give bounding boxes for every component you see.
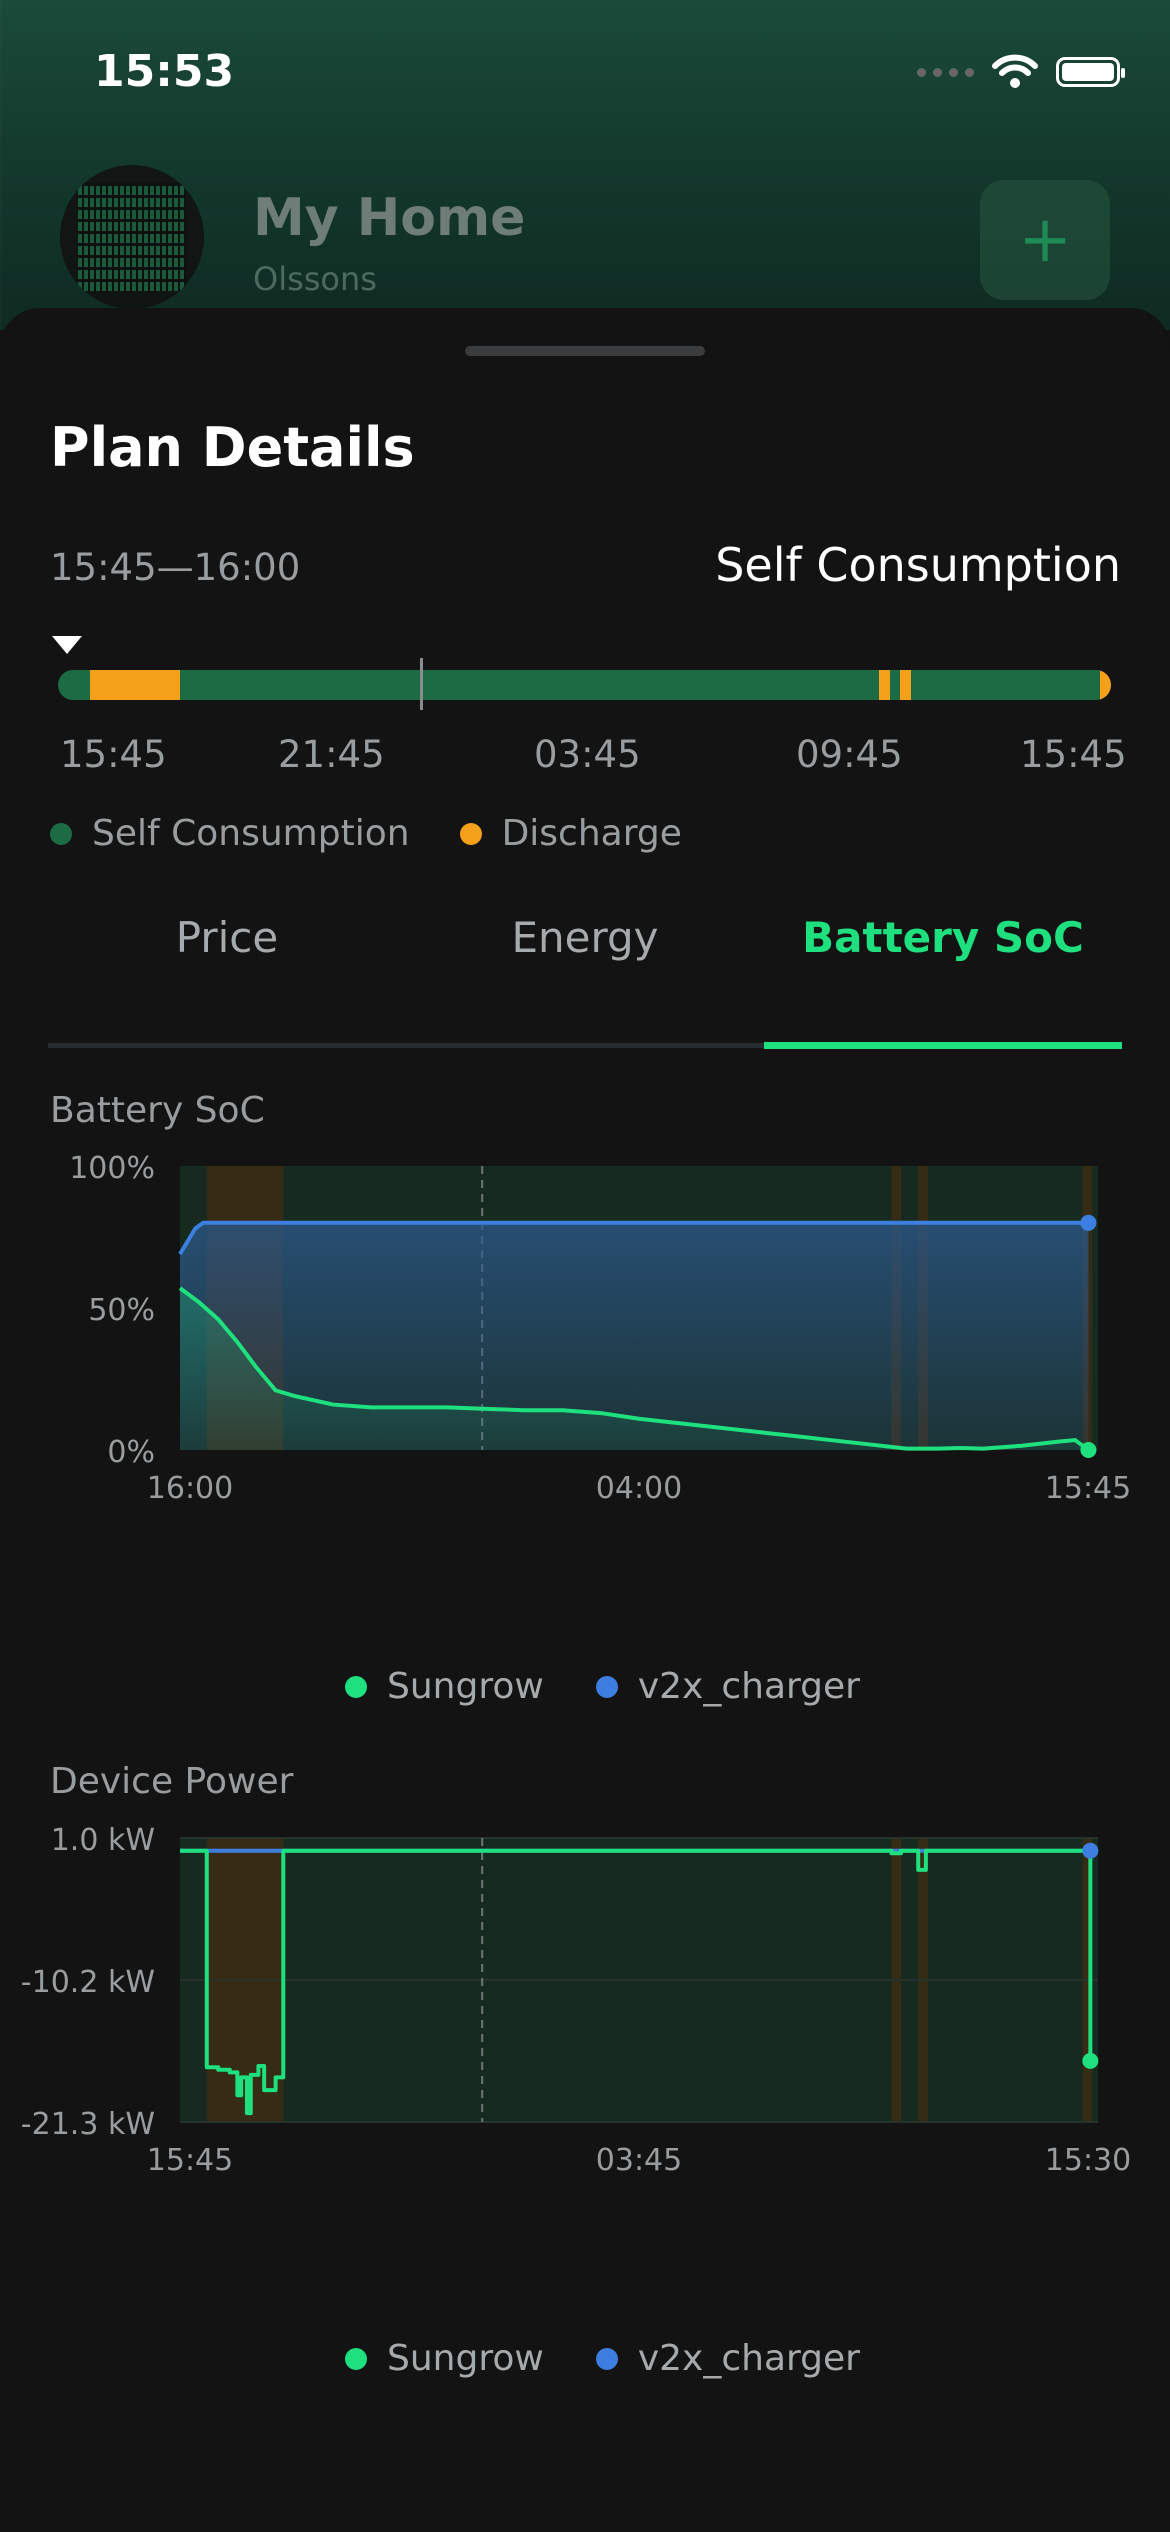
timeline-pointer-icon [52,636,82,654]
y-tick-label: -21.3 kW [21,2107,155,2142]
battery-soc-section-title: Battery SoC [50,1090,265,1131]
self-consumption-legend-dot [50,822,72,845]
legend-label: v2x_charger [637,1666,860,1707]
tab-battery-soc[interactable]: Battery SoC [764,898,1122,978]
mode-legend: Self Consumption Discharge [50,813,682,854]
sheet-drag-handle[interactable] [465,346,705,356]
discharge-segment [1100,670,1111,700]
battery-soc-chart[interactable]: 100% 50% 0%16:00 04:00 15:45 [0,1148,1170,1508]
discharge-segment [89,670,181,700]
timeline-label: 09:45 [796,733,903,776]
sungrow-endpoint [1080,1442,1097,1458]
wifi-icon [992,54,1038,88]
timeline-label: 15:45 [1020,733,1127,776]
add-button[interactable]: + [980,180,1110,300]
timeline-label: 21:45 [278,733,385,776]
plan-details-sheet: Plan Details 15:45—16:00 Self Consumptio… [0,308,1170,2532]
x-tick-label: 04:00 [596,1471,682,1506]
x-tick-label: 03:45 [596,2143,682,2178]
legend-label: Sungrow [387,2338,544,2379]
y-tick-label: 0% [107,1435,155,1470]
timeline-label: 03:45 [534,733,641,776]
tab-energy[interactable]: Energy [406,898,764,978]
sungrow-endpoint [1082,2052,1099,2069]
discharge-segment [879,670,890,700]
chart-tabs: Price Energy Battery SoC [48,898,1122,978]
device-power-section-title: Device Power [50,1761,294,1802]
v2x-charger-legend-dot [595,1675,618,1698]
page-title: Plan Details [50,416,415,479]
x-tick-label: 15:45 [147,2143,233,2178]
status-icons [917,54,1125,90]
sungrow-legend-dot [345,1675,367,1698]
tab-active-indicator [764,1042,1122,1049]
cellular-signal-icon [917,67,974,77]
home-title: My Home [253,188,526,248]
v2x-charger-endpoint [1082,1842,1099,1859]
home-avatar[interactable] [60,165,204,309]
status-time: 15:53 [94,46,235,97]
y-tick-label: 50% [88,1293,155,1328]
device-power-chart[interactable]: 1.0 kW -10.2 kW -21.3 kW15:45 03:45 15:30 [0,1820,1170,2180]
mode-timeline[interactable] [58,670,1111,700]
x-tick-label: 15:30 [1045,2143,1131,2178]
battery-soc-legend: Sungrow v2x_charger [345,1666,860,1707]
v2x-charger-endpoint [1080,1214,1097,1231]
time-range: 15:45—16:00 [50,546,301,589]
x-tick-label: 15:45 [1045,1471,1131,1506]
y-tick-label: 100% [69,1151,155,1186]
device-power-legend: Sungrow v2x_charger [345,2338,860,2379]
sungrow-legend-dot [345,2347,367,2370]
current-mode: Self Consumption [715,538,1121,592]
discharge-legend-dot [459,822,482,845]
discharge-segment [900,670,911,700]
legend-label: Discharge [501,813,682,854]
x-tick-label: 16:00 [147,1471,233,1506]
legend-label: Sungrow [387,1666,544,1707]
legend-label: Self Consumption [92,813,410,854]
y-tick-label: -10.2 kW [21,1965,155,2000]
v2x-charger-legend-dot [595,2347,618,2370]
y-tick-label: 1.0 kW [51,1823,155,1858]
timeline-label: 15:45 [60,733,167,776]
home-subtitle: Olssons [253,260,377,298]
battery-icon [1056,57,1125,87]
tab-price[interactable]: Price [48,898,406,978]
legend-label: v2x_charger [637,2338,860,2379]
timeline-now-marker [420,658,423,710]
